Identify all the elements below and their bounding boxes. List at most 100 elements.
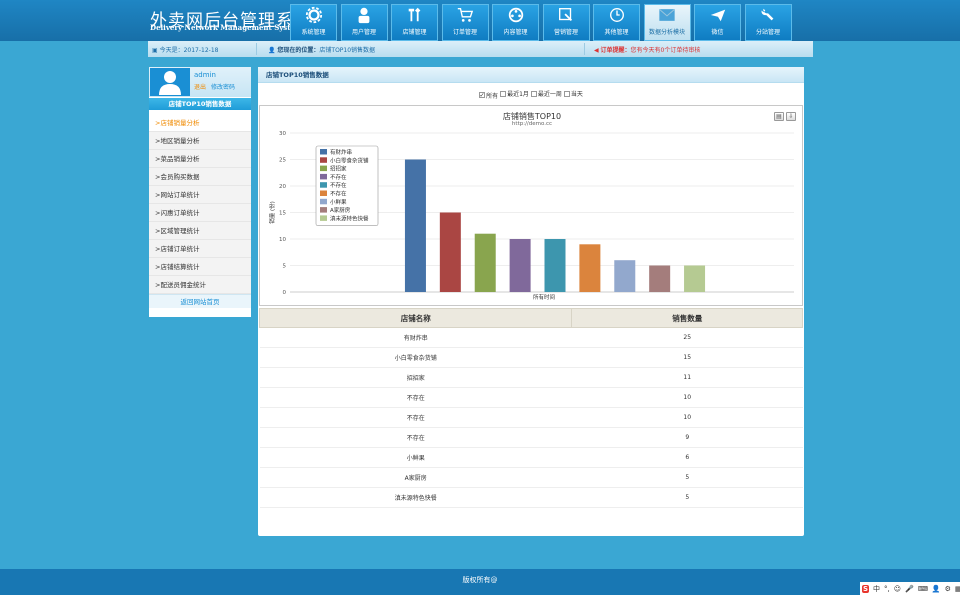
- nav-item-1[interactable]: 用户管理: [340, 4, 388, 41]
- top-header: 外卖网后台管理系统 Delivery Network Management Sy…: [0, 0, 960, 41]
- legend-label: 不存在: [330, 190, 347, 198]
- nav-item-8[interactable]: 微信: [694, 4, 741, 41]
- legend-label: 有财炸串: [330, 148, 352, 156]
- cell-shop-name: 不存在: [259, 427, 572, 448]
- filter-option-1[interactable]: 最近1月: [500, 89, 529, 98]
- cell-shop-name: 小鲜果: [259, 447, 572, 468]
- legend-swatch: [320, 190, 327, 196]
- sales-chart: 0 5 10 15 20 25 30 销量 (份) 所有时间 有财炸串 小白零食杂货铺 招招家 不存在不…: [259, 105, 803, 306]
- legend-label: A家厨房: [330, 206, 351, 214]
- filter-checkbox[interactable]: [500, 90, 507, 97]
- sidebar-item-2[interactable]: >菜品销量分析: [149, 150, 251, 168]
- tray-item[interactable]: 🎤: [905, 585, 914, 593]
- y-axis-label: 销量 (份): [268, 201, 276, 224]
- cell-shop-name: 不存在: [259, 387, 572, 408]
- y-tick-label: 30: [279, 131, 286, 137]
- column-header-sales: 销售数量: [571, 308, 803, 328]
- legend-label: 不存在: [330, 181, 347, 189]
- nav-item-2[interactable]: 店铺管理: [391, 4, 438, 41]
- back-home-link[interactable]: 返回网站首页: [149, 294, 251, 308]
- y-tick-label: 10: [279, 237, 286, 243]
- tray-item[interactable]: ⌨: [918, 585, 928, 593]
- nav-label: 微信: [711, 29, 724, 36]
- print-chart-button[interactable]: ▤: [774, 112, 784, 121]
- cell-sales-count: 25: [571, 327, 803, 348]
- main-panel: 店铺TOP10销售数据 所有 最近1月 最近一周 当天 0 5 10 15 20 25 30 销量 …: [258, 67, 804, 536]
- legend-swatch: [320, 207, 327, 213]
- print-icon: ▤: [776, 113, 782, 120]
- nav-item-9[interactable]: 分站管理: [744, 4, 792, 41]
- y-tick-label: 25: [279, 158, 286, 164]
- filter-label: 最近1月: [507, 91, 529, 98]
- clock-icon: [608, 6, 626, 24]
- filter-option-3[interactable]: 当天: [563, 89, 583, 98]
- tray-item[interactable]: 中: [873, 584, 880, 594]
- tray-item[interactable]: ⚙: [945, 585, 951, 593]
- copyright-text: 版权所有@: [462, 576, 498, 584]
- bar-0: [404, 159, 426, 292]
- table-row: 不存在 9: [259, 427, 803, 448]
- legend-swatch: [320, 165, 327, 172]
- filter-option-0[interactable]: 所有: [479, 91, 498, 100]
- change-password-link[interactable]: 修改密码: [211, 84, 235, 91]
- sidebar-item-0[interactable]: >店铺销量分析: [149, 114, 251, 132]
- nav-item-0[interactable]: 系统管理: [290, 4, 337, 41]
- table-row: 不存在 10: [259, 407, 803, 428]
- legend-swatch: [320, 157, 327, 163]
- panel-title: 店铺TOP10销售数据: [258, 67, 804, 83]
- filter-checkbox[interactable]: [563, 90, 570, 97]
- nav-item-5[interactable]: 营销管理: [542, 4, 590, 41]
- table-row: 不存在 10: [259, 387, 803, 408]
- sidebar-item-5[interactable]: >闪惠订单统计: [149, 204, 251, 222]
- breadcrumb: 👤 您现在的位置：店铺TOP10销售数据: [268, 47, 376, 54]
- sidebar-item-4[interactable]: >网站订单统计: [149, 186, 251, 204]
- time-filters: 所有 最近1月 最近一周 当天: [258, 89, 804, 100]
- user-icon: [355, 6, 373, 24]
- cell-sales-count: 5: [571, 467, 803, 488]
- column-header-shop: 店铺名称: [258, 308, 573, 328]
- export-chart-button[interactable]: ⇩: [786, 112, 796, 121]
- filter-label: 所有: [486, 92, 499, 100]
- nav-item-4[interactable]: 内容管理: [492, 4, 539, 41]
- nav-item-7[interactable]: 数据分析模块: [643, 4, 691, 41]
- sidebar-item-9[interactable]: >配送员佣金统计: [149, 276, 251, 294]
- sidebar-menu: >店铺销量分析 >地区销量分析 >菜品销量分析 >会员购买数据 >网站订单统计 >闪惠订单…: [149, 114, 251, 294]
- legend-label: 小鲜果: [330, 198, 347, 206]
- nav-label: 系统管理: [301, 29, 326, 36]
- sidebar-item-6[interactable]: >区域管理统计: [149, 222, 251, 240]
- nav-label: 订单管理: [452, 29, 477, 36]
- tray-item[interactable]: S: [862, 584, 870, 593]
- table-row: A家厨房 5: [259, 467, 803, 488]
- legend-swatch: [320, 215, 327, 221]
- table-row: 有财炸串 25: [259, 327, 803, 348]
- sidebar-item-8[interactable]: >店铺结算统计: [149, 258, 251, 276]
- filter-checkbox[interactable]: [530, 90, 537, 97]
- filter-label: 当天: [570, 91, 583, 98]
- nav-item-6[interactable]: 其他管理: [593, 4, 640, 41]
- tools-icon: [406, 6, 424, 24]
- y-tick-label: 5: [283, 264, 287, 270]
- cell-sales-count: 15: [571, 347, 803, 368]
- tray-item[interactable]: ☺: [894, 585, 901, 593]
- sidebar-item-1[interactable]: >地区销量分析: [149, 132, 251, 150]
- tray-item[interactable]: 👤: [932, 585, 941, 593]
- system-tray: S 中 °, ☺ 🎤 ⌨ 👤 ⚙ ▦: [860, 582, 960, 595]
- filter-option-2[interactable]: 最近一周: [530, 89, 562, 98]
- nav-item-3[interactable]: 订单管理: [441, 4, 489, 41]
- bar-1: [439, 212, 461, 292]
- nav-label: 用户管理: [351, 29, 376, 36]
- cell-shop-name: 招招家: [259, 367, 572, 388]
- cell-sales-count: 11: [571, 367, 803, 388]
- nav-label: 店铺管理: [402, 29, 427, 36]
- sidebar-item-3[interactable]: >会员购买数据: [149, 168, 251, 186]
- cell-sales-count: 6: [571, 447, 803, 468]
- download-icon: ⇩: [788, 113, 794, 120]
- tray-item[interactable]: °,: [884, 585, 890, 593]
- table-row: 滇未源特色快餐 5: [259, 487, 803, 508]
- sidebar-item-7[interactable]: >店铺订单统计: [149, 240, 251, 258]
- tray-item[interactable]: ▦: [955, 585, 960, 593]
- logout-link[interactable]: 退出: [194, 84, 206, 91]
- bar-2: [474, 233, 496, 292]
- filter-checkbox[interactable]: [479, 92, 486, 98]
- table-row: 小鲜果 6: [259, 447, 803, 468]
